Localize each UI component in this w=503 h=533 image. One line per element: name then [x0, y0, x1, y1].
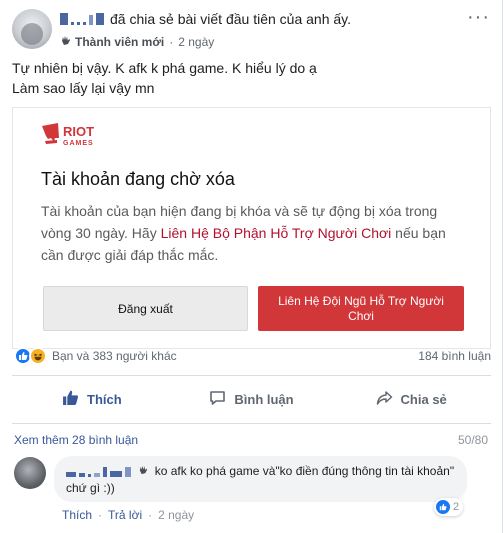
shared-text: đã chia sẻ bài viết đầu tiên của anh ấy.	[110, 11, 352, 27]
comment-like-link[interactable]: Thích	[62, 508, 92, 522]
logout-button[interactable]: Đăng xuất	[43, 286, 248, 331]
haha-reaction-icon	[29, 347, 47, 365]
share-icon	[376, 390, 393, 409]
comment-button[interactable]: Bình luận	[172, 380, 332, 418]
post-text: Tự nhiên bị vậy. K afk k phá game. K hiể…	[12, 58, 492, 98]
new-member-badge: Thành viên mới	[75, 34, 165, 49]
reaction-count-text[interactable]: Bạn và 383 người khác	[52, 349, 177, 363]
divider	[12, 375, 491, 376]
post-meta: Thành viên mới · 2 ngày	[60, 34, 214, 49]
commenter-name-redacted[interactable]	[66, 466, 131, 477]
contact-support-button[interactable]: Liên Hệ Đội Ngũ Hỗ Trợ Người Chơi	[258, 286, 464, 331]
wave-icon	[60, 34, 72, 49]
comment-icon	[209, 390, 226, 409]
view-more-comments-link[interactable]: Xem thêm 28 bình luận	[14, 433, 138, 447]
author-name-redacted[interactable]	[60, 13, 104, 25]
more-options-icon[interactable]: ···	[467, 6, 490, 29]
riot-account-screenshot[interactable]: RIOT GAMES Tài khoản đang chờ xóa Tài kh…	[12, 107, 491, 349]
wave-icon	[138, 463, 149, 480]
share-label: Chia sẻ	[400, 391, 447, 407]
svg-text:RIOT: RIOT	[63, 124, 94, 139]
separator: ·	[148, 508, 153, 522]
divider	[12, 423, 491, 424]
riot-card-description: Tài khoản của bạn hiện đang bị khóa và s…	[41, 200, 461, 266]
comment-label: Bình luận	[234, 391, 294, 407]
like-reaction-icon	[436, 500, 450, 514]
post-text-line: Làm sao lấy lại vậy mn	[12, 80, 155, 96]
separator: ·	[98, 508, 103, 522]
riot-games-logo: RIOT GAMES	[41, 122, 107, 148]
comment-page-indicator: 50/80	[457, 433, 488, 447]
post-header: đã chia sẻ bài viết đầu tiên của anh ấy.	[60, 11, 351, 27]
author-avatar[interactable]	[12, 9, 52, 49]
thumbs-up-icon	[62, 389, 79, 409]
post-text-line: Tự nhiên bị vậy. K afk k phá game. K hiể…	[12, 60, 317, 76]
reactions-summary: Bạn và 383 người khác 184 bình luận	[14, 345, 491, 367]
separator: ·	[169, 34, 174, 49]
comment-count[interactable]: 184 bình luận	[418, 349, 491, 363]
comment-actions: Thích · Trả lời · 2 ngày	[62, 508, 194, 522]
post-card: đã chia sẻ bài viết đầu tiên của anh ấy.…	[0, 0, 503, 533]
comment-reaction-count: 2	[453, 501, 460, 513]
commenter-avatar[interactable]	[14, 457, 46, 489]
comment-bubble: ko afk ko phá game và"ko điền đúng thông…	[54, 456, 467, 502]
share-button[interactable]: Chia sẻ	[331, 380, 491, 418]
comment-reply-link[interactable]: Trả lời	[108, 508, 142, 522]
svg-text:GAMES: GAMES	[63, 140, 94, 147]
post-time[interactable]: 2 ngày	[178, 35, 214, 49]
like-label: Thích	[87, 391, 122, 407]
riot-card-title: Tài khoản đang chờ xóa	[41, 169, 235, 189]
like-button[interactable]: Thích	[12, 380, 172, 418]
action-bar: Thích Bình luận Chia sẻ	[12, 380, 491, 418]
comment-time[interactable]: 2 ngày	[158, 508, 194, 522]
comment-reaction-badge[interactable]: 2	[434, 498, 464, 516]
support-link[interactable]: Liên Hệ Bộ Phận Hỗ Trợ Người Chơi	[161, 225, 392, 241]
reaction-icons[interactable]	[14, 347, 47, 365]
